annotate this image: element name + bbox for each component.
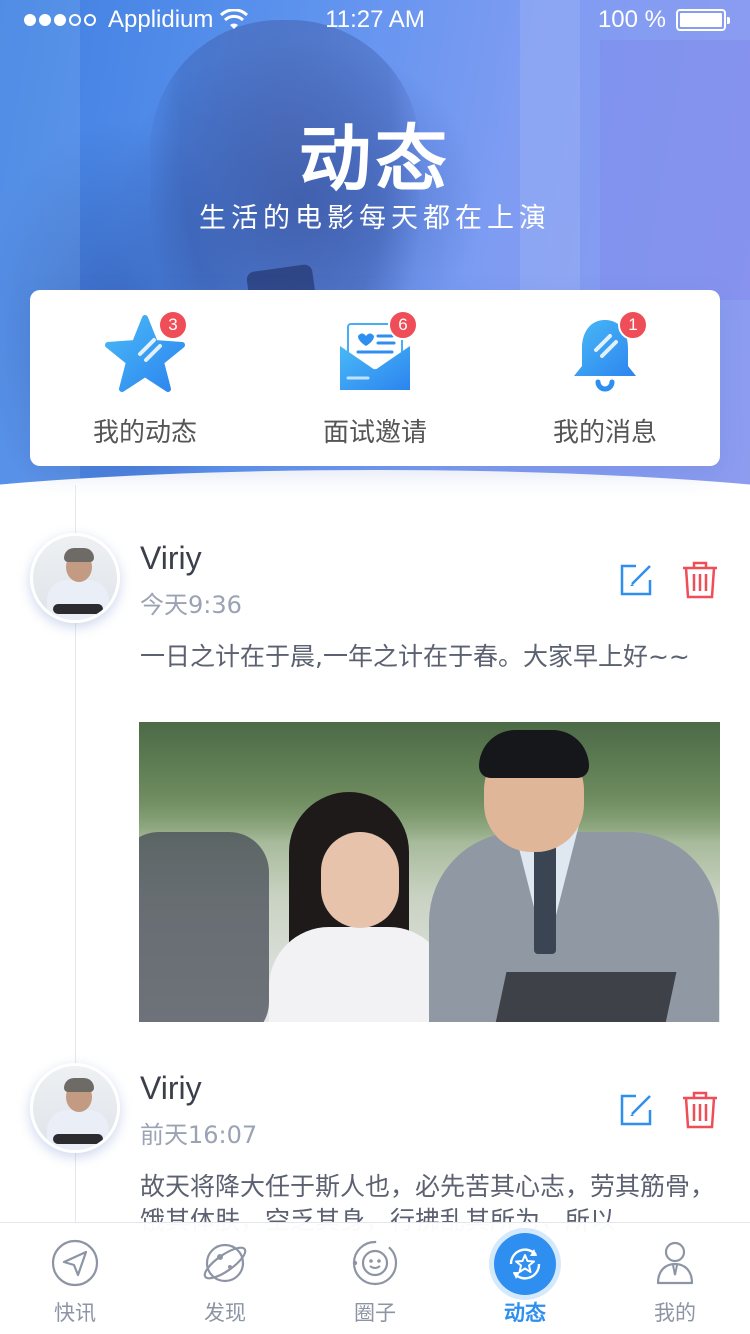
notification-badge: 1 [618, 310, 648, 340]
status-bar: Applidium 11:27 AM 100 % [0, 0, 750, 40]
avatar[interactable] [30, 1063, 120, 1153]
page-title: 动态 [298, 117, 451, 201]
avatar-figure [53, 604, 103, 614]
photo-woman-figure [321, 832, 399, 928]
status-bar-right: 100 % [597, 6, 730, 34]
avatar[interactable] [30, 533, 120, 623]
smile-circle-icon [349, 1237, 401, 1289]
bell-icon: 1 [562, 310, 648, 398]
post-photo[interactable] [139, 722, 720, 1022]
tab-label: 快讯 [54, 1301, 96, 1325]
post-author-name[interactable]: Viriy [140, 1070, 202, 1107]
star-refresh-icon [494, 1233, 556, 1295]
trash-icon [683, 561, 717, 599]
tab-label: 动态 [504, 1301, 546, 1325]
avatar-figure [64, 548, 94, 562]
avatar-figure [47, 580, 109, 620]
quick-action-my-messages[interactable]: 1 我的消息 [490, 290, 720, 466]
edit-button[interactable] [616, 560, 656, 600]
battery-icon [676, 9, 730, 31]
post-author-name[interactable]: Viriy [140, 540, 202, 577]
battery-percent: 100 % [597, 6, 666, 33]
delete-button[interactable] [680, 560, 720, 600]
quick-action-label: 我的动态 [92, 418, 197, 448]
photo-man-figure [534, 834, 556, 954]
photo-man-figure [479, 730, 589, 778]
post-content: 一日之计在于晨,一年之计在于春。大家早上好~~ [140, 642, 690, 671]
dynamic-page: Applidium 11:27 AM 100 % 动态 生活的电影每天都在上演 [0, 0, 750, 1334]
trash-icon [683, 1091, 717, 1129]
battery-fill [680, 13, 722, 27]
photo-woman-figure [269, 927, 449, 1022]
planet-icon [199, 1237, 251, 1289]
quick-action-label: 面试邀请 [322, 418, 427, 448]
post-timestamp: 今天9:36 [140, 591, 242, 619]
quick-action-interview-invites[interactable]: 6 面试邀请 [260, 290, 490, 466]
photo-background [139, 722, 720, 842]
tab-label: 发现 [204, 1301, 246, 1325]
page-subtitle: 生活的电影每天都在上演 [199, 203, 551, 234]
avatar-figure [64, 1078, 94, 1092]
tab-bar: 快讯 发现 圈子 动态 我的 [0, 1222, 750, 1334]
tab-label: 我的 [654, 1301, 696, 1325]
tab-me[interactable]: 我的 [600, 1223, 750, 1334]
tab-dynamics[interactable]: 动态 [450, 1223, 600, 1334]
photo-laptop [491, 972, 677, 1022]
envelope-icon: 6 [332, 310, 418, 398]
photo-foreground-figure [139, 832, 269, 1022]
quick-action-label: 我的消息 [552, 418, 657, 448]
post-timestamp: 前天16:07 [140, 1121, 258, 1149]
notification-badge: 3 [158, 310, 188, 340]
edit-icon [620, 1094, 652, 1126]
avatar-figure [47, 1110, 109, 1150]
send-icon [49, 1237, 101, 1289]
edit-icon [620, 564, 652, 596]
quick-actions-card: 3 我的动态 6 面试邀请 1 我的消息 [30, 290, 720, 466]
notification-badge: 6 [388, 310, 418, 340]
tab-news[interactable]: 快讯 [0, 1223, 150, 1334]
tab-circle[interactable]: 圈子 [300, 1223, 450, 1334]
delete-button[interactable] [680, 1090, 720, 1130]
tab-discover[interactable]: 发现 [150, 1223, 300, 1334]
tab-label: 圈子 [354, 1301, 396, 1325]
star-icon: 3 [102, 310, 188, 398]
avatar-figure [53, 1134, 103, 1144]
quick-action-my-dynamics[interactable]: 3 我的动态 [30, 290, 260, 466]
user-icon [649, 1237, 701, 1289]
edit-button[interactable] [616, 1090, 656, 1130]
